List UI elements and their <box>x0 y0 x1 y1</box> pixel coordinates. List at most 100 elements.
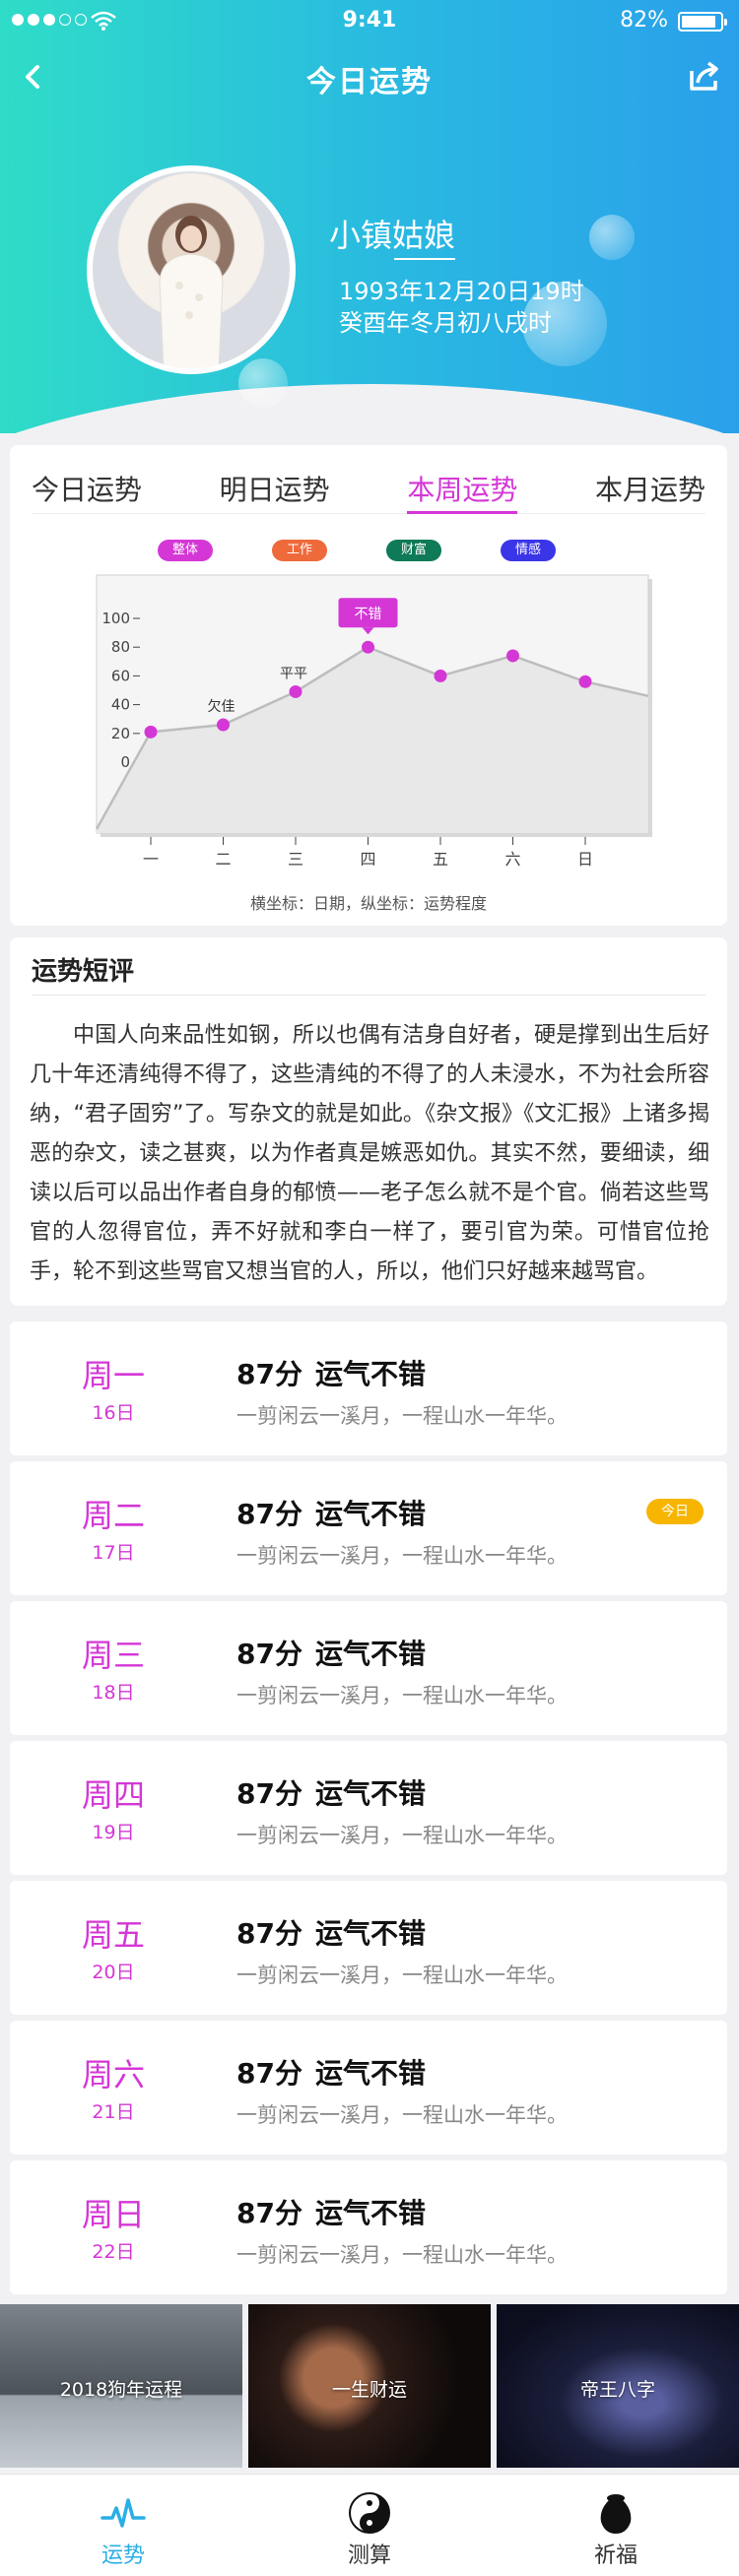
day-verdict: 运气不错 <box>315 2057 427 2090</box>
day-verdict: 运气不错 <box>315 1358 427 1390</box>
day-score: 87分 <box>236 1358 302 1390</box>
day-row-mon[interactable]: 周一 16日 87分 运气不错 一剪闲云一溪月，一程山水一年华。 <box>10 1321 727 1455</box>
banner-label: 2018狗年运程 <box>59 2379 183 2401</box>
fortune-tabs: 今日运势 明日运势 本周运势 本月运势 <box>32 463 705 514</box>
day-weekday: 周五 <box>81 1916 145 1954</box>
day-verdict: 运气不错 <box>315 1638 427 1670</box>
tab-tomorrow[interactable]: 明日运势 <box>220 463 330 513</box>
portrait-figure <box>159 216 224 368</box>
y-tick-label: 60 <box>111 667 130 684</box>
x-tick-label: 五 <box>433 850 448 869</box>
day-verdict: 运气不错 <box>315 2197 427 2229</box>
day-weekday: 周三 <box>81 1637 145 1674</box>
day-row-sat[interactable]: 周六 21日 87分 运气不错 一剪闲云一溪月，一程山水一年华。 <box>10 2021 727 2155</box>
y-tick-label: 100 <box>101 610 130 627</box>
banner-label: 帝王八字 <box>579 2379 655 2401</box>
day-poem: 一剪闲云一溪月，一程山水一年华。 <box>236 1404 568 1428</box>
blessing-pot-icon <box>600 2494 632 2534</box>
legend-emotion[interactable]: 情感 <box>501 540 556 561</box>
day-poem: 一剪闲云一溪月，一程山水一年华。 <box>236 1824 568 1847</box>
battery-icon <box>678 12 727 32</box>
day-weekday: 周二 <box>81 1497 145 1534</box>
data-point-日 <box>578 675 592 688</box>
day-verdict: 运气不错 <box>315 1498 427 1530</box>
day-poem: 一剪闲云一溪月，一程山水一年华。 <box>236 1544 568 1568</box>
name-underline <box>394 258 455 260</box>
commentary-card: 运势短评 中国人向来品性如钢，所以也偶有洁身自好者，硬是撑到出生后好几十年还清纯… <box>10 937 727 1306</box>
nav-calculate[interactable]: 测算 <box>246 2475 493 2576</box>
y-tick-label: 20 <box>111 725 130 742</box>
bottom-nav: 运势 测算 祈福 <box>0 2474 739 2576</box>
battery-percent: 82% <box>620 8 668 32</box>
avatar <box>87 165 296 374</box>
day-row-wed[interactable]: 周三 18日 87分 运气不错 一剪闲云一溪月，一程山水一年华。 <box>10 1601 727 1735</box>
point-label: 不错 <box>355 607 382 622</box>
data-point-四 <box>362 640 374 654</box>
day-date: 17日 <box>92 1542 135 1564</box>
nav-blessing[interactable]: 祈福 <box>493 2475 739 2576</box>
day-score: 87分 <box>236 2057 302 2090</box>
legend-wealth[interactable]: 财富 <box>386 540 441 561</box>
day-poem: 一剪闲云一溪月，一程山水一年华。 <box>236 1964 568 1987</box>
chart-legend: 整体 工作 财富 情感 <box>158 540 556 561</box>
data-point-二 <box>217 718 230 732</box>
legend-work[interactable]: 工作 <box>272 540 327 561</box>
y-tick-label: 0 <box>120 753 130 771</box>
day-row-fri[interactable]: 周五 20日 87分 运气不错 一剪闲云一溪月，一程山水一年华。 <box>10 1881 727 2015</box>
banner-emperor-bazi[interactable]: 帝王八字 <box>497 2304 739 2468</box>
banner-lifetime-wealth[interactable]: 一生财运 <box>248 2304 491 2468</box>
commentary-title: 运势短评 <box>32 957 135 987</box>
promo-banners: 2018狗年运程 一生财运 帝王八字 <box>0 2304 739 2468</box>
commentary-body: 中国人向来品性如钢，所以也偶有洁身自好者，硬是撑到出生后好几十年还清纯得不得了，… <box>30 1023 709 1284</box>
y-tick-label: 40 <box>111 696 130 714</box>
day-row-sun[interactable]: 周日 22日 87分 运气不错 一剪闲云一溪月，一程山水一年华。 <box>10 2160 727 2294</box>
divider <box>32 995 705 996</box>
data-point-六 <box>506 649 519 663</box>
birth-solar: 1993年12月20日19时 <box>339 278 584 305</box>
birth-lunar: 癸酉年冬月初八戌时 <box>339 309 552 337</box>
tab-this-week[interactable]: 本周运势 <box>407 463 518 514</box>
day-row-tue[interactable]: 周二 17日 87分 运气不错 一剪闲云一溪月，一程山水一年华。 今日 <box>10 1461 727 1595</box>
decor-bubble <box>589 215 635 260</box>
day-score: 87分 <box>236 1498 302 1530</box>
nav-label: 运势 <box>101 2544 145 2568</box>
day-date: 18日 <box>92 1682 135 1704</box>
chart-caption: 横坐标：日期，纵坐标：运势程度 <box>249 894 487 913</box>
share-icon[interactable] <box>684 55 725 97</box>
weekly-fortune-chart: 100 80 60 40 20 0 欠佳 平平 不错一 二 三 四 五 六 日 <box>95 574 652 869</box>
day-weekday: 周六 <box>81 2056 145 2093</box>
today-badge: 今日 <box>646 1499 704 1524</box>
day-score: 87分 <box>236 2197 302 2229</box>
day-date: 19日 <box>92 1822 135 1843</box>
x-tick-label: 三 <box>288 850 303 869</box>
pulse-icon <box>101 2498 146 2528</box>
point-label: 平平 <box>280 666 307 681</box>
data-point-三 <box>289 684 302 698</box>
tab-this-month[interactable]: 本月运势 <box>595 463 705 513</box>
day-weekday: 周四 <box>81 1776 145 1814</box>
day-row-thu[interactable]: 周四 19日 87分 运气不错 一剪闲云一溪月，一程山水一年华。 <box>10 1741 727 1875</box>
tab-today[interactable]: 今日运势 <box>32 463 142 513</box>
day-weekday: 周一 <box>81 1357 145 1394</box>
data-point-五 <box>434 669 447 682</box>
status-bar: 9:41 82% <box>0 0 739 43</box>
legend-overall[interactable]: 整体 <box>158 540 213 561</box>
nav-bar: 今日运势 <box>0 43 739 110</box>
day-date: 16日 <box>92 1402 135 1424</box>
day-poem: 一剪闲云一溪月，一程山水一年华。 <box>236 2243 568 2267</box>
day-poem: 一剪闲云一溪月，一程山水一年华。 <box>236 2103 568 2127</box>
data-point-一 <box>144 725 158 739</box>
day-verdict: 运气不错 <box>315 1777 427 1810</box>
x-tick-label: 四 <box>360 850 375 869</box>
banner-dog-year[interactable]: 2018狗年运程 <box>0 2304 242 2468</box>
day-date: 20日 <box>92 1962 135 1983</box>
day-score: 87分 <box>236 1638 302 1670</box>
nav-label: 测算 <box>347 2544 391 2568</box>
day-weekday: 周日 <box>81 2196 145 2233</box>
yin-yang-icon <box>349 2492 390 2534</box>
y-tick-label: 80 <box>111 638 130 656</box>
day-poem: 一剪闲云一溪月，一程山水一年华。 <box>236 1684 568 1707</box>
nav-fortune[interactable]: 运势 <box>0 2475 246 2576</box>
day-score: 87分 <box>236 1777 302 1810</box>
day-score: 87分 <box>236 1917 302 1950</box>
